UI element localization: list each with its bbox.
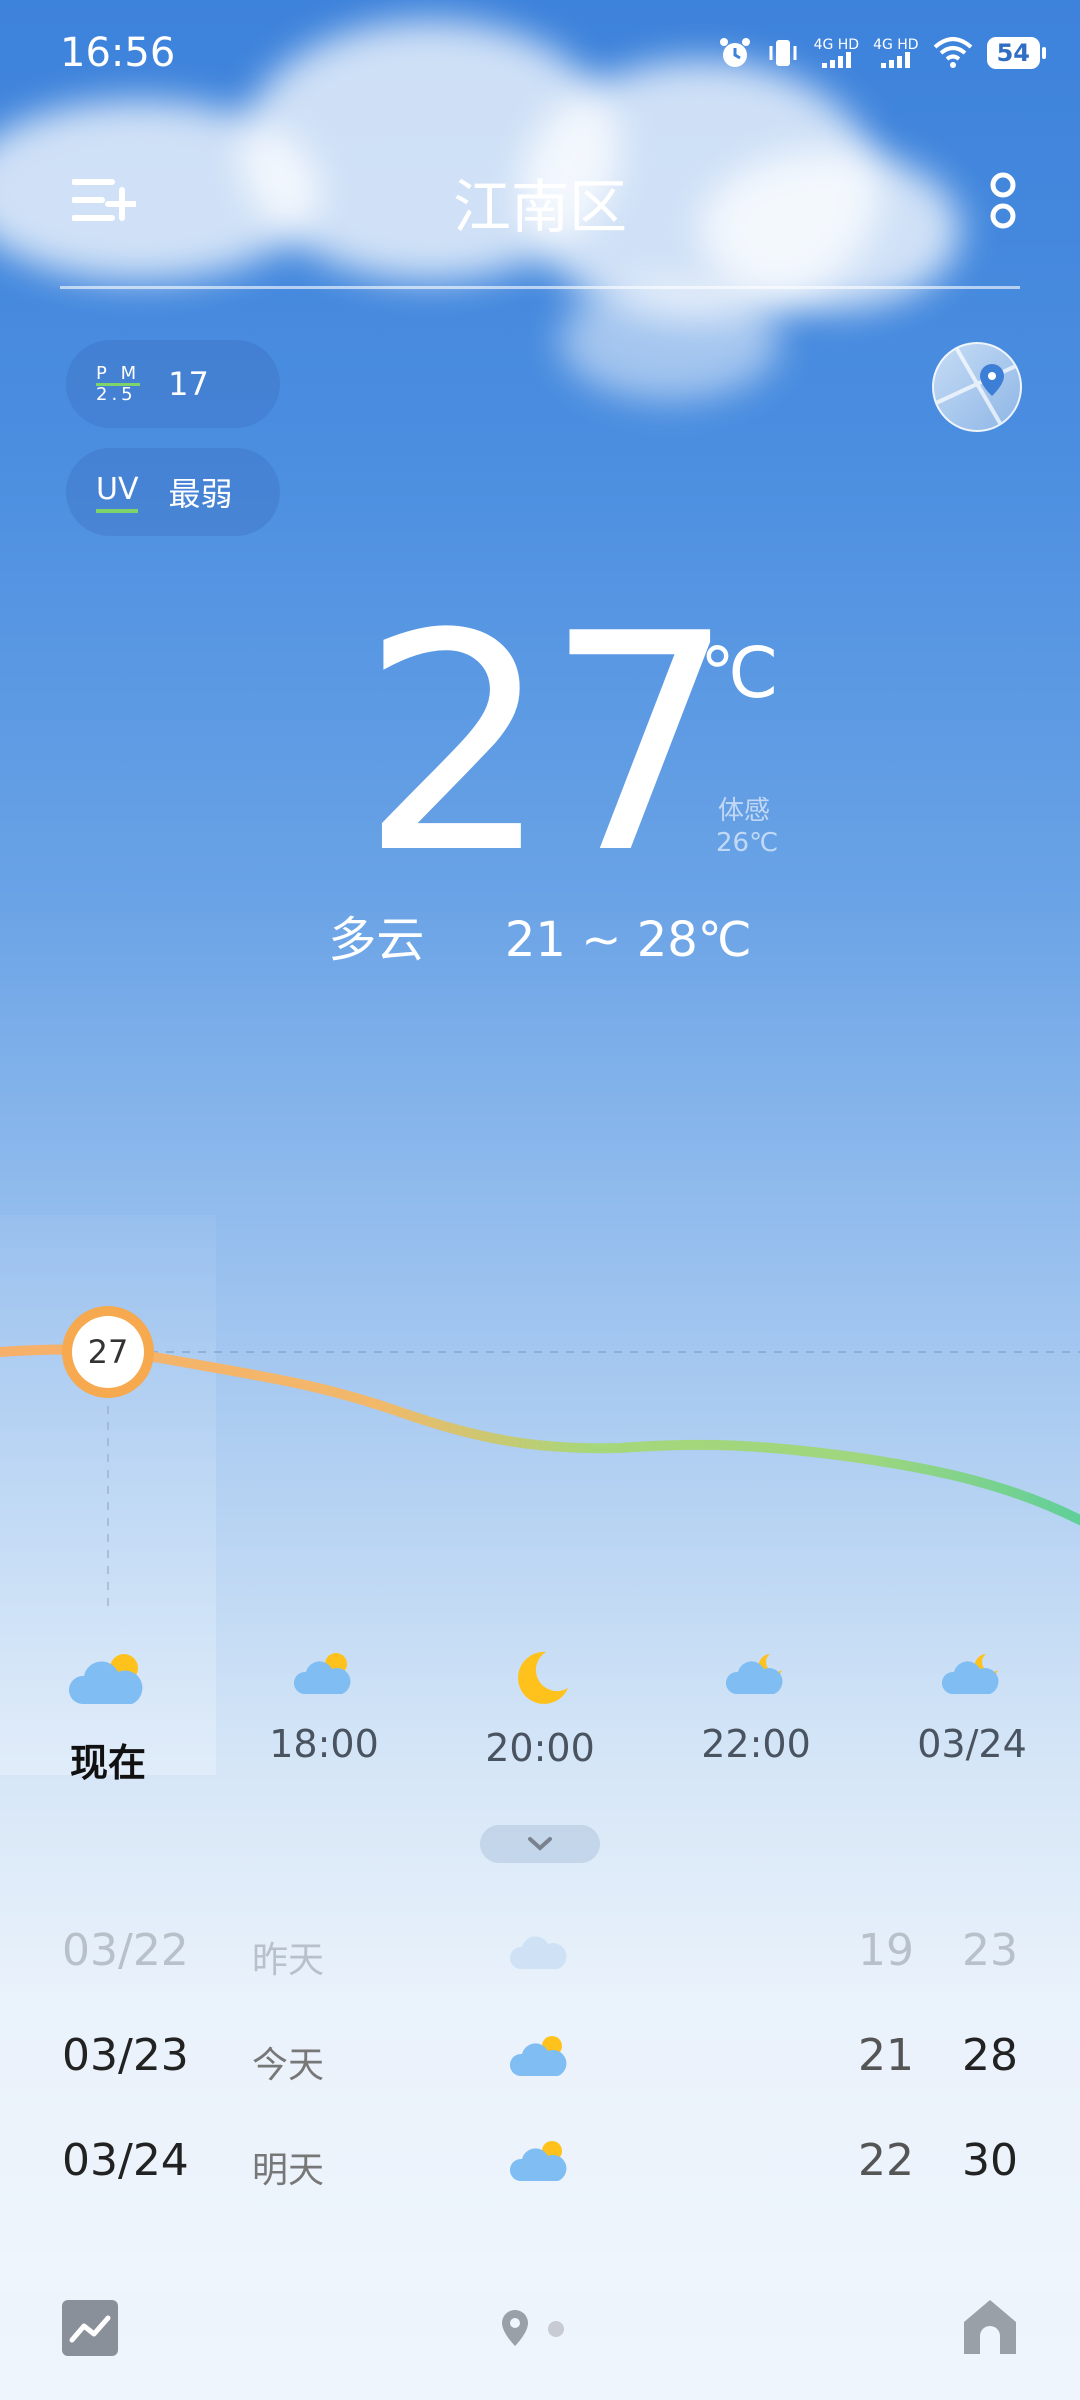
daily-high: 23 bbox=[962, 1925, 1018, 1976]
vibrate-icon bbox=[769, 40, 797, 66]
map-button[interactable] bbox=[932, 342, 1022, 432]
list-fade bbox=[0, 2250, 1080, 2290]
hourly-item[interactable]: 18:00 bbox=[216, 1650, 432, 1766]
daily-date: 03/22 bbox=[62, 1925, 189, 1976]
battery-indicator: 54 bbox=[986, 37, 1047, 69]
hourly-label: 03/24 bbox=[917, 1722, 1027, 1766]
partly-cloudy-day-icon bbox=[68, 1654, 143, 1704]
daily-row[interactable]: 03/24 明天 22 30 bbox=[0, 2135, 1080, 2235]
uv-pill[interactable]: UV 最弱 bbox=[66, 448, 280, 536]
uv-value: 最弱 bbox=[168, 475, 233, 513]
hourly-temperature-curve bbox=[0, 1344, 1080, 1610]
hourly-item[interactable]: 22:00 bbox=[648, 1650, 864, 1766]
location-pin-icon[interactable] bbox=[500, 2308, 530, 2348]
uv-label: UV bbox=[96, 472, 139, 513]
partly-cloudy-day-icon bbox=[293, 1653, 351, 1694]
daily-low: 22 bbox=[858, 2135, 914, 2186]
condition-text: 多云 bbox=[328, 912, 425, 968]
daily-high: 28 bbox=[962, 2030, 1018, 2081]
hourly-label: 20:00 bbox=[485, 1726, 595, 1770]
hourly-label: 现在 bbox=[69, 1741, 146, 1785]
signal-icon: 4G HD bbox=[814, 38, 859, 68]
pm25-value: 17 bbox=[168, 365, 209, 403]
now-temp-value: 27 bbox=[72, 1316, 144, 1388]
home-icon[interactable] bbox=[962, 2298, 1018, 2356]
cloud-decoration bbox=[560, 280, 780, 400]
partly-cloudy-night-icon bbox=[941, 1654, 999, 1694]
moon-icon bbox=[518, 1651, 568, 1704]
temperature-unit: ℃ bbox=[700, 632, 779, 714]
partly-cloudy-day-icon bbox=[510, 2141, 567, 2181]
daily-row[interactable]: 03/23 今天 21 28 bbox=[0, 2030, 1080, 2130]
status-time: 16:56 bbox=[60, 30, 176, 76]
wifi-icon bbox=[933, 37, 972, 68]
feels-like-label: 体感 bbox=[718, 796, 771, 826]
partly-cloudy-night-icon bbox=[725, 1654, 783, 1694]
pm25-label: P M 2.5 bbox=[96, 362, 141, 405]
condition-line: 多云 21 ~ 28℃ bbox=[0, 900, 1080, 970]
daily-date: 03/23 bbox=[62, 2030, 189, 2081]
status-icons: 4G HD 4G HD 54 bbox=[718, 36, 1047, 70]
daily-low: 21 bbox=[858, 2030, 914, 2081]
hourly-item-now[interactable]: 现在 bbox=[0, 1650, 216, 1787]
partly-cloudy-day-icon bbox=[510, 2036, 567, 2076]
trend-button[interactable] bbox=[62, 2300, 118, 2356]
daily-row[interactable]: 03/22 昨天 19 23 bbox=[0, 1925, 1080, 2025]
current-temperature: 27 bbox=[360, 570, 736, 919]
hourly-item[interactable]: 20:00 bbox=[432, 1650, 648, 1770]
more-dots-icon[interactable] bbox=[988, 170, 1018, 232]
chevron-down-icon bbox=[528, 1837, 552, 1851]
daily-name: 昨天 bbox=[252, 1940, 325, 1981]
hourly-label: 18:00 bbox=[269, 1722, 379, 1766]
hourly-item[interactable]: 03/24 bbox=[864, 1650, 1080, 1766]
signal-icon: 4G HD bbox=[873, 38, 919, 68]
city-title[interactable]: 江南区 bbox=[0, 160, 1080, 244]
hourly-label: 22:00 bbox=[701, 1722, 811, 1766]
expand-hourly-button[interactable] bbox=[480, 1825, 600, 1863]
trend-chart-icon bbox=[69, 2315, 111, 2343]
alarm-icon bbox=[719, 38, 750, 67]
daily-low: 19 bbox=[858, 1925, 914, 1976]
daily-name: 今天 bbox=[252, 2045, 325, 2086]
cloudy-icon bbox=[510, 1936, 567, 1969]
daily-date: 03/24 bbox=[62, 2135, 189, 2186]
feels-like-value: 26℃ bbox=[716, 828, 779, 858]
now-temp-marker: 27 bbox=[62, 1306, 154, 1398]
map-pin-icon bbox=[934, 344, 1020, 430]
temperature-range: 21 ~ 28℃ bbox=[504, 912, 752, 968]
page-indicator-dot bbox=[548, 2321, 564, 2337]
header-divider bbox=[60, 286, 1020, 289]
pm25-pill[interactable]: P M 2.5 17 bbox=[66, 340, 280, 428]
daily-name: 明天 bbox=[252, 2150, 325, 2191]
daily-high: 30 bbox=[962, 2135, 1018, 2186]
